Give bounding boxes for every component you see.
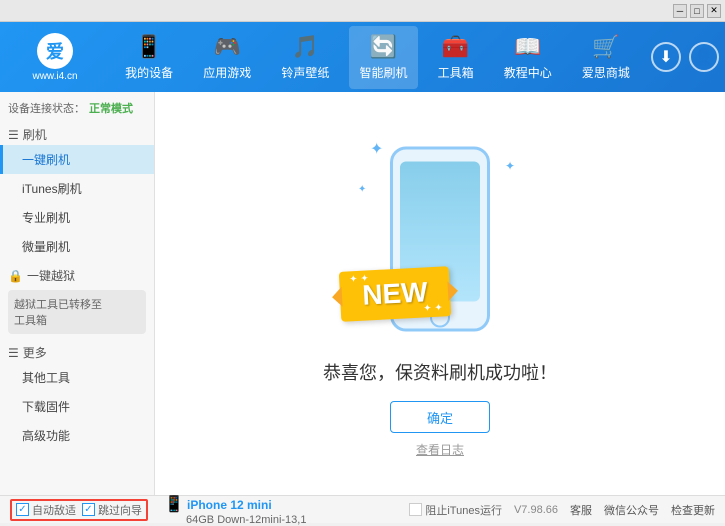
device-phone-icon: 📱: [164, 496, 184, 513]
options-highlight-box: ✓ 自动敌适 ✓ 跳过向导: [10, 499, 148, 521]
sidebar-item-other-tools[interactable]: 其他工具: [0, 363, 154, 392]
sparkle-2: ✦: [505, 159, 515, 173]
other-tools-label: 其他工具: [22, 371, 70, 385]
logo-icon: 爱: [37, 33, 73, 69]
bottom-right: 阻止iTunes运行 V7.98.66 客服 微信公众号 检查更新: [409, 502, 715, 518]
bottom-left: ✓ 自动敌适 ✓ 跳过向导 📱 iPhone 12 mini 64GB Down…: [10, 494, 409, 526]
header: 爱 www.i4.cn 📱 我的设备 🎮 应用游戏 🎵 铃声壁纸 🔄 智能刷机 …: [0, 22, 725, 92]
ringtones-icon: 🎵: [292, 34, 319, 60]
jailbreak-label: 一键越狱: [27, 267, 75, 284]
nav-items: 📱 我的设备 🎮 应用游戏 🎵 铃声壁纸 🔄 智能刷机 🧰 工具箱 📖 教程中心…: [110, 22, 645, 92]
version-label: V7.98.66: [514, 504, 558, 516]
device-info: 📱 iPhone 12 mini 64GB Down-12mini-13,1: [164, 494, 306, 526]
content-area: ✦ ✦ ✦ ✦ ✦ NEW ✦ ✦ 恭喜您，保资料刷机成功啦！ 确定 查看日志: [155, 92, 725, 495]
sparkle-1: ✦: [370, 139, 383, 159]
success-message: 恭喜您，保资料刷机成功啦！: [323, 359, 557, 385]
confirm-button[interactable]: 确定: [390, 401, 490, 433]
my-device-icon: 📱: [135, 34, 162, 60]
one-click-flash-label: 一键刷机: [22, 153, 70, 167]
sidebar-item-pro-flash[interactable]: 专业刷机: [0, 203, 154, 232]
ribbon-stars-right: ✦ ✦: [423, 303, 443, 315]
toolbox-icon: 🧰: [442, 34, 469, 60]
block-itunes-label: 阻止iTunes运行: [425, 502, 502, 518]
close-button[interactable]: ✕: [707, 4, 721, 18]
auto-follow-check-icon: ✓: [16, 503, 29, 516]
store-icon: 🛒: [592, 34, 619, 60]
main-layout: 设备连接状态： 正常模式 ☰ 刷机 一键刷机 iTunes刷机 专业刷机 微量刷…: [0, 92, 725, 495]
nav-label-ringtones: 铃声壁纸: [281, 64, 329, 81]
phone-illustration: ✦ ✦ ✦ ✦ ✦ NEW ✦ ✦: [350, 129, 530, 349]
device-firmware: Down-12mini-13,1: [217, 514, 306, 526]
header-right: ⬇ 👤: [645, 42, 725, 72]
block-itunes-option[interactable]: 阻止iTunes运行: [409, 502, 502, 518]
logo-area: 爱 www.i4.cn: [0, 33, 110, 82]
jailbreak-section-header[interactable]: 🔒 一键越狱: [0, 261, 154, 286]
status-value: 正常模式: [89, 100, 133, 116]
bottom-bar: ✓ 自动敌适 ✓ 跳过向导 📱 iPhone 12 mini 64GB Down…: [0, 495, 725, 523]
flash-section-header[interactable]: ☰ 刷机: [0, 120, 154, 145]
nav-item-tutorial[interactable]: 📖 教程中心: [494, 26, 562, 89]
nav-item-smart-flash[interactable]: 🔄 智能刷机: [349, 26, 417, 89]
apps-games-icon: 🎮: [214, 34, 241, 60]
status-label: 设备连接状态：: [8, 100, 85, 116]
sparkle-3: ✦: [358, 184, 366, 195]
user-button[interactable]: 👤: [689, 42, 719, 72]
new-ribbon: ✦ ✦ NEW ✦ ✦: [339, 266, 451, 322]
nav-label-store: 爱思商城: [582, 64, 630, 81]
nav-label-my-device: 我的设备: [125, 64, 173, 81]
ribbon-stars-left: ✦ ✦: [349, 273, 369, 285]
itunes-flash-label: iTunes刷机: [22, 182, 82, 196]
nav-label-apps-games: 应用游戏: [203, 64, 251, 81]
nav-label-tutorial: 教程中心: [504, 64, 552, 81]
device-name: iPhone 12 mini: [187, 498, 272, 512]
support-link[interactable]: 客服: [570, 502, 592, 518]
connection-status: 设备连接状态： 正常模式: [0, 96, 154, 120]
blog-link[interactable]: 查看日志: [416, 441, 464, 458]
wechat-link[interactable]: 微信公众号: [604, 502, 659, 518]
more-section-icon: ☰: [8, 346, 19, 360]
minimize-button[interactable]: ─: [673, 4, 687, 18]
advanced-label: 高级功能: [22, 429, 70, 443]
more-section-label: 更多: [23, 344, 47, 361]
sidebar-item-advanced[interactable]: 高级功能: [0, 421, 154, 450]
nav-item-store[interactable]: 🛒 爱思商城: [572, 26, 640, 89]
flash-section-icon: ☰: [8, 128, 19, 142]
auto-follow-checkbox[interactable]: ✓ 自动敌适: [16, 502, 76, 518]
sidebar-item-download-fw[interactable]: 下载固件: [0, 392, 154, 421]
flash-section-label: 刷机: [23, 126, 47, 143]
skip-wizard-check-icon: ✓: [82, 503, 95, 516]
download-fw-label: 下载固件: [22, 400, 70, 414]
jailbreak-info-text: 越狱工具已转移至工具箱: [14, 299, 102, 327]
sidebar-item-one-click-flash[interactable]: 一键刷机: [0, 145, 154, 174]
jailbreak-info-box: 越狱工具已转移至工具箱: [8, 290, 146, 334]
sidebar-item-save-flash[interactable]: 微量刷机: [0, 232, 154, 261]
check-update-link[interactable]: 检查更新: [671, 502, 715, 518]
nav-label-smart-flash: 智能刷机: [359, 64, 407, 81]
tutorial-icon: 📖: [514, 34, 541, 60]
skip-wizard-label: 跳过向导: [98, 502, 142, 518]
more-section-header[interactable]: ☰ 更多: [0, 338, 154, 363]
pro-flash-label: 专业刷机: [22, 211, 70, 225]
skip-wizard-checkbox[interactable]: ✓ 跳过向导: [82, 502, 142, 518]
sidebar: 设备连接状态： 正常模式 ☰ 刷机 一键刷机 iTunes刷机 专业刷机 微量刷…: [0, 92, 155, 495]
jailbreak-icon: 🔒: [8, 269, 23, 283]
nav-item-ringtones[interactable]: 🎵 铃声壁纸: [271, 26, 339, 89]
logo-url: www.i4.cn: [32, 71, 77, 82]
nav-item-apps-games[interactable]: 🎮 应用游戏: [193, 26, 261, 89]
nav-item-toolbox[interactable]: 🧰 工具箱: [428, 26, 484, 89]
device-storage: 64GB: [186, 514, 214, 526]
title-bar: ─ □ ✕: [0, 0, 725, 22]
download-button[interactable]: ⬇: [651, 42, 681, 72]
nav-item-my-device[interactable]: 📱 我的设备: [115, 26, 183, 89]
nav-label-toolbox: 工具箱: [438, 64, 474, 81]
maximize-button[interactable]: □: [690, 4, 704, 18]
smart-flash-icon: 🔄: [370, 34, 397, 60]
auto-follow-label: 自动敌适: [32, 502, 76, 518]
save-flash-label: 微量刷机: [22, 240, 70, 254]
block-itunes-checkbox[interactable]: [409, 503, 422, 516]
ribbon-text: NEW: [362, 276, 429, 311]
sidebar-item-itunes-flash[interactable]: iTunes刷机: [0, 174, 154, 203]
